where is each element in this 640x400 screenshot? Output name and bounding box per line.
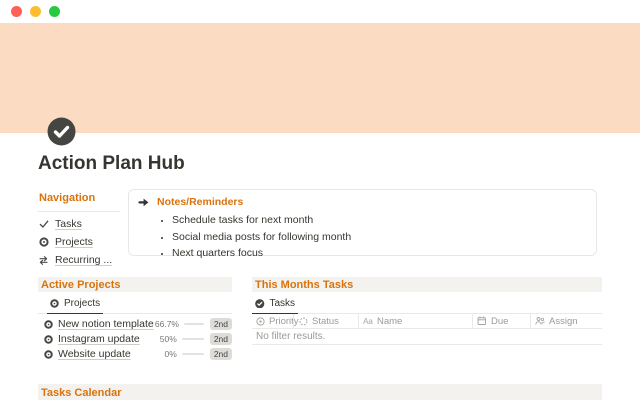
project-row[interactable]: New notion template 66.7% 2nd	[38, 317, 232, 331]
callout-bullet: Schedule tasks for next month	[172, 212, 586, 229]
target-icon	[44, 319, 53, 329]
navigation-heading: Navigation	[38, 190, 120, 212]
status-icon	[298, 316, 308, 326]
active-projects-heading: Active Projects	[38, 277, 232, 292]
text-icon: Aa	[363, 316, 373, 326]
project-progress-bar	[181, 337, 204, 341]
nav-item-tasks[interactable]: Tasks	[38, 218, 120, 230]
project-name-link[interactable]: Instagram update	[58, 333, 140, 345]
tab-label: Tasks	[269, 298, 296, 309]
assign-people-icon	[535, 316, 545, 326]
project-badge: 2nd	[209, 347, 232, 361]
notion-window: Action Plan Hub Navigation Tasks Project…	[0, 0, 640, 400]
column-header-due[interactable]: Due	[472, 314, 530, 328]
tab-tasks[interactable]: Tasks	[252, 295, 299, 314]
nav-item-label: Projects	[55, 236, 93, 248]
callout-bullet: Next quarters focus	[172, 245, 586, 262]
page-cover[interactable]	[0, 23, 640, 133]
callout-bullet: Social media posts for following month	[172, 229, 586, 246]
page-title: Action Plan Hub	[38, 153, 185, 174]
column-header-status[interactable]: Status	[293, 314, 358, 328]
this-months-tasks-heading: This Months Tasks	[252, 277, 602, 292]
window-titlebar	[0, 0, 640, 23]
check-icon	[38, 219, 49, 230]
project-progress-value: 66.7%	[154, 319, 179, 329]
tasks-table-header: Priority Status Aa Name Due Assign	[252, 314, 602, 329]
project-name-link[interactable]: New notion template	[58, 318, 154, 330]
zoom-window-button[interactable]	[49, 6, 60, 17]
tasks-calendar-section: Tasks Calendar	[38, 384, 602, 400]
column-header-name[interactable]: Aa Name	[358, 314, 472, 328]
project-progress-bar	[181, 352, 204, 356]
tab-projects[interactable]: Projects	[47, 295, 104, 314]
repeat-icon	[38, 255, 49, 266]
target-icon	[38, 237, 49, 248]
callout-title: Notes/Reminders	[157, 196, 244, 208]
priority-icon	[256, 316, 265, 326]
target-icon	[44, 349, 53, 359]
project-name-link[interactable]: Website update	[58, 348, 131, 360]
minimize-window-button[interactable]	[30, 6, 41, 17]
arrow-right-icon	[138, 196, 150, 208]
no-filter-results-row: No filter results.	[252, 329, 602, 345]
target-icon	[44, 334, 53, 344]
project-progress-value: 50%	[159, 334, 177, 344]
page-check-circle-icon[interactable]	[47, 117, 76, 146]
column-header-priority[interactable]: Priority	[252, 314, 299, 328]
nav-item-projects[interactable]: Projects	[38, 236, 120, 248]
check-circle-icon	[255, 298, 265, 309]
close-window-button[interactable]	[11, 6, 22, 17]
target-icon	[50, 299, 59, 308]
navigation-section: Navigation Tasks Projects Recurring ...	[38, 190, 120, 266]
this-months-tasks-section: This Months Tasks Tasks Priority Status …	[252, 277, 602, 345]
project-progress-value: 0%	[164, 349, 177, 359]
project-row[interactable]: Website update 0% 2nd	[38, 347, 232, 361]
nav-item-label: Recurring ...	[55, 254, 113, 266]
notes-callout: Notes/Reminders Schedule tasks for next …	[128, 189, 597, 259]
project-badge: 2nd	[209, 332, 232, 346]
nav-item-recurring[interactable]: Recurring ...	[38, 254, 120, 266]
nav-item-label: Tasks	[55, 218, 82, 230]
tab-label: Projects	[64, 298, 101, 309]
column-header-assign[interactable]: Assign	[530, 314, 602, 328]
tasks-calendar-heading: Tasks Calendar	[38, 384, 602, 400]
project-badge: 2nd	[209, 317, 232, 331]
calendar-icon	[477, 316, 487, 326]
callout-bullet-list: Schedule tasks for next month Social med…	[138, 212, 586, 262]
project-progress-bar	[183, 322, 204, 326]
project-row[interactable]: Instagram update 50% 2nd	[38, 332, 232, 346]
active-projects-section: Active Projects Projects New notion temp…	[38, 277, 232, 361]
